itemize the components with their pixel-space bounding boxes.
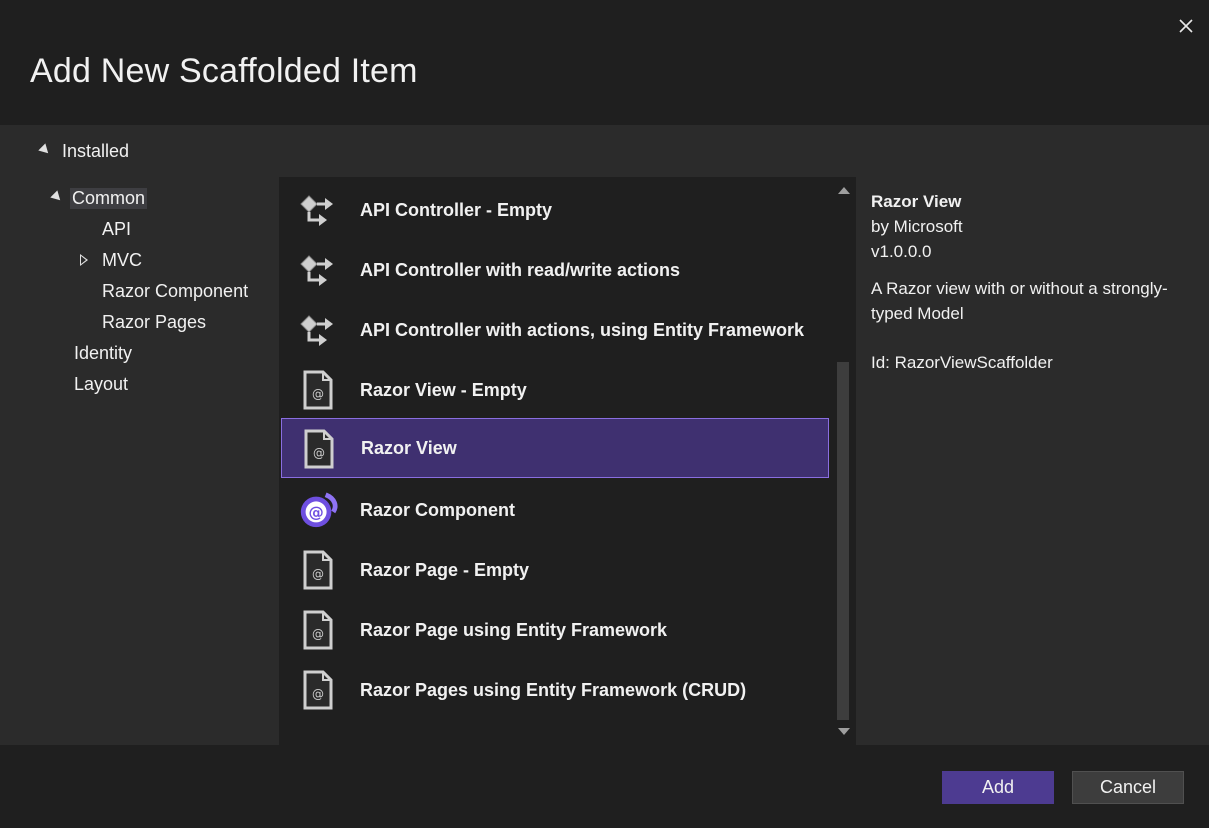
tree-node-razor-component[interactable]: Razor Component [102, 277, 248, 305]
close-icon [1179, 19, 1193, 33]
list-item-label: API Controller with read/write actions [360, 259, 681, 280]
dialog-footer: Add Cancel [0, 745, 1209, 828]
tree-node-razor-pages[interactable]: Razor Pages [102, 308, 206, 336]
list-scrollbar[interactable] [831, 177, 856, 745]
expanded-triangle-icon [50, 189, 64, 204]
title-bar: Add New Scaffolded Item [0, 0, 1209, 125]
list-item[interactable]: @ Razor View - Empty [281, 361, 829, 419]
scroll-thumb[interactable] [837, 362, 849, 720]
add-button[interactable]: Add [942, 771, 1054, 804]
list-item-label: Razor Page - Empty [360, 559, 530, 580]
scroll-up-icon[interactable] [838, 187, 850, 194]
tree-label-identity: Identity [74, 342, 133, 363]
list-item[interactable]: @ Razor Page using Entity Framework [281, 601, 829, 659]
list-item-label: Razor Pages using Entity Framework (CRUD… [360, 679, 747, 700]
cancel-button[interactable]: Cancel [1072, 771, 1184, 804]
svg-text:@: @ [312, 567, 324, 581]
list-item[interactable]: API Controller - Empty [281, 181, 829, 239]
tree-label-layout: Layout [74, 373, 129, 394]
scaffold-item-list: API Controller - Empty API Controller wi… [279, 177, 831, 745]
details-description: A Razor view with or without a strongly-… [871, 279, 1168, 323]
details-title: Razor View [871, 192, 962, 211]
razor-file-icon: @ [298, 429, 340, 469]
dialog-content: Installed Common API MVC Razor Component… [0, 125, 1209, 745]
tree-node-common[interactable]: Common [50, 184, 148, 212]
scroll-down-icon[interactable] [838, 728, 850, 735]
list-item-selected[interactable]: @ Razor View [281, 418, 829, 478]
tree-node-api[interactable]: API [102, 215, 131, 243]
tree-node-identity[interactable]: Identity [74, 339, 132, 367]
list-item[interactable]: @ Razor Pages using Entity Framework (CR… [281, 661, 829, 719]
close-button[interactable] [1172, 12, 1200, 40]
expanded-triangle-icon [38, 142, 52, 157]
tree-node-installed[interactable]: Installed [38, 139, 130, 163]
svg-text:@: @ [312, 687, 324, 701]
api-controller-icon [297, 250, 339, 290]
api-controller-icon [297, 190, 339, 230]
dialog-title: Add New Scaffolded Item [30, 52, 418, 90]
tree-label-razor-pages: Razor Pages [102, 311, 207, 332]
razor-file-icon: @ [297, 610, 339, 650]
details-panel: Razor View by Microsoft v1.0.0.0 A Razor… [871, 189, 1201, 375]
details-id: Id: RazorViewScaffolder [871, 353, 1053, 372]
list-item[interactable]: @ Razor Component [281, 481, 829, 539]
tree-label-razor-component: Razor Component [102, 280, 249, 301]
collapsed-triangle-icon [80, 254, 88, 266]
razor-file-icon: @ [297, 370, 339, 410]
tree-label-api: API [102, 218, 132, 239]
tree-label-mvc: MVC [102, 249, 142, 270]
razor-file-icon: @ [297, 550, 339, 590]
tree-node-layout[interactable]: Layout [74, 370, 128, 398]
tree-label-installed: Installed [62, 140, 130, 161]
list-item[interactable]: API Controller with read/write actions [281, 241, 829, 299]
tree-node-mvc[interactable]: MVC [80, 246, 142, 274]
svg-text:@: @ [308, 504, 323, 522]
blazor-icon: @ [297, 490, 339, 530]
api-controller-icon [297, 310, 339, 350]
svg-text:@: @ [313, 446, 325, 460]
svg-text:@: @ [312, 387, 324, 401]
list-item-label: Razor Page using Entity Framework [360, 619, 668, 640]
list-item-label: API Controller - Empty [360, 199, 553, 220]
details-author: by Microsoft [871, 217, 963, 236]
svg-text:@: @ [312, 627, 324, 641]
list-item-label: Razor View - Empty [360, 379, 527, 400]
razor-file-icon: @ [297, 670, 339, 710]
list-item[interactable]: @ Razor Page - Empty [281, 541, 829, 599]
tree-label-common: Common [70, 187, 148, 209]
list-item-label: Razor View [361, 437, 457, 458]
list-item-label: API Controller with actions, using Entit… [360, 319, 805, 340]
list-item-label: Razor Component [360, 499, 515, 520]
details-version: v1.0.0.0 [871, 242, 932, 261]
list-item[interactable]: API Controller with actions, using Entit… [281, 301, 829, 359]
